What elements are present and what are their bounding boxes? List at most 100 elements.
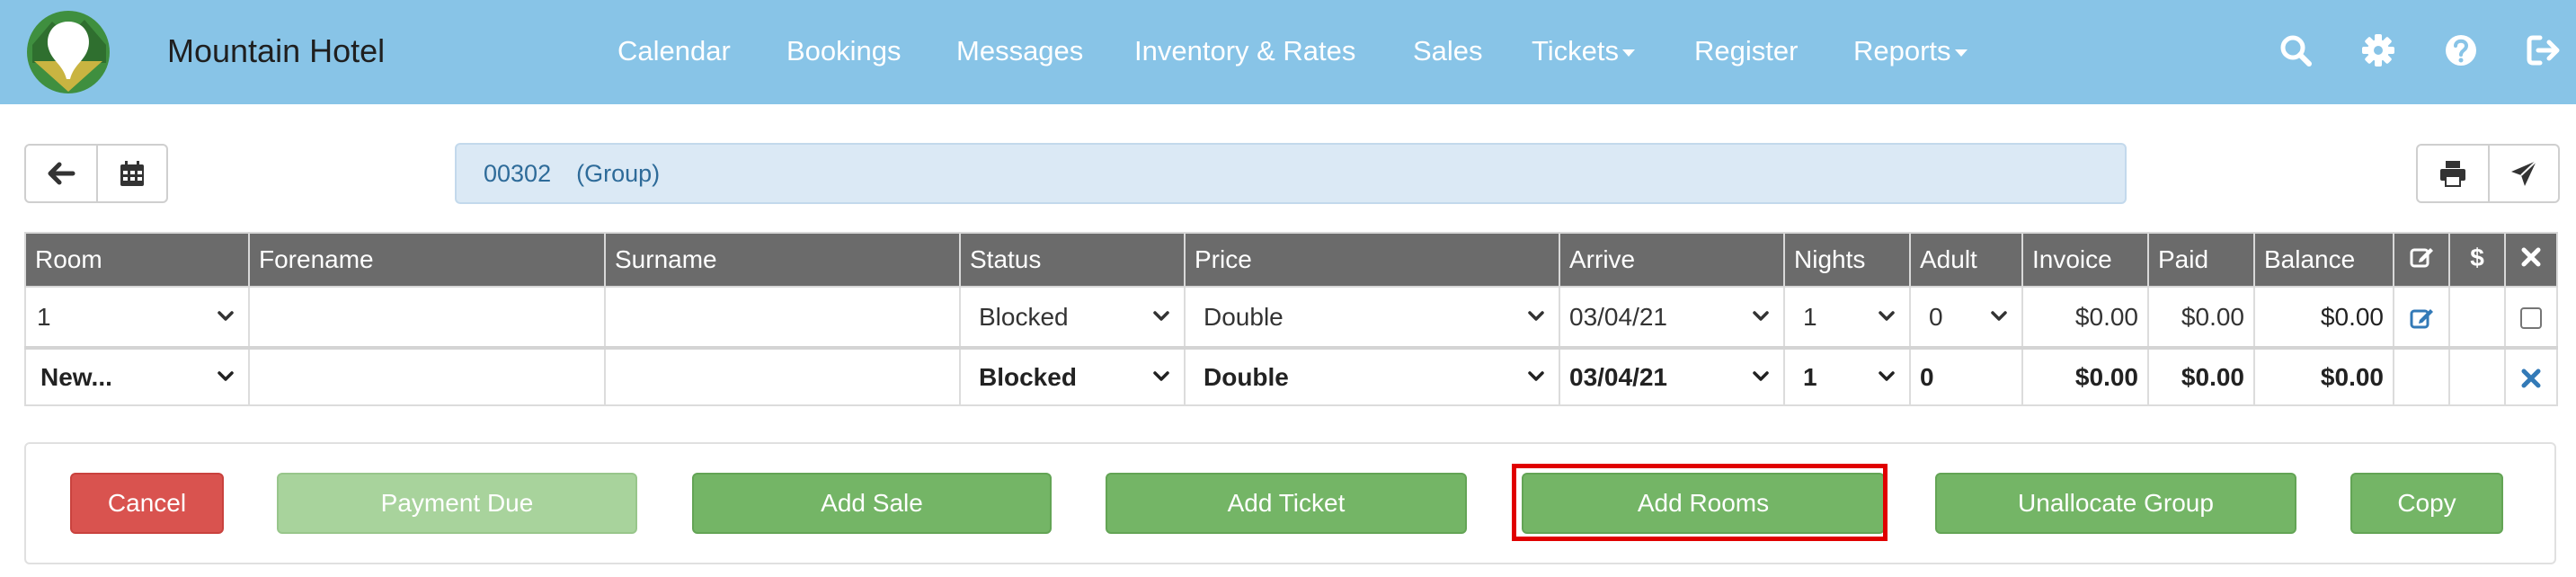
add-sale-button[interactable]: Add Sale: [692, 473, 1052, 534]
col-forename[interactable]: Forename: [248, 232, 606, 288]
add-ticket-button[interactable]: Add Ticket: [1106, 473, 1467, 534]
chevron-down-icon: [1526, 366, 1546, 386]
svg-text:$: $: [2470, 244, 2484, 270]
chevron-down-icon: [1877, 306, 1896, 325]
col-price[interactable]: Price: [1184, 232, 1560, 288]
status-select[interactable]: Blocked: [959, 286, 1186, 350]
invoice-link[interactable]: $0.00: [2021, 347, 2149, 406]
add-rooms-highlight: [1512, 464, 1888, 541]
price-value: Double: [1204, 362, 1289, 391]
col-status[interactable]: Status: [959, 232, 1186, 288]
chevron-down-icon: [1751, 366, 1771, 386]
room-value: New...: [40, 362, 112, 391]
print-icon: [2440, 161, 2465, 187]
back-arrow-icon: [48, 162, 76, 185]
balance-value: $0.00: [2253, 347, 2394, 406]
col-room[interactable]: Room: [24, 232, 250, 288]
logout-icon[interactable]: [2526, 32, 2562, 68]
nights-select[interactable]: 1: [1783, 347, 1911, 406]
cancel-button[interactable]: Cancel: [70, 473, 224, 534]
nav-sales[interactable]: Sales: [1413, 32, 1483, 70]
col-adult[interactable]: Adult: [1909, 232, 2023, 288]
forename-input[interactable]: [248, 347, 606, 406]
print-button[interactable]: [2418, 146, 2488, 201]
chevron-down-icon: [216, 306, 235, 325]
nav-bookings[interactable]: Bookings: [786, 32, 902, 70]
edit-icon: [2410, 247, 2433, 267]
status-select[interactable]: Blocked: [959, 347, 1186, 406]
hotel-logo[interactable]: [25, 9, 111, 95]
nav-button-group: [24, 144, 168, 203]
remove-row-button[interactable]: [2504, 347, 2558, 406]
close-icon: [2521, 247, 2541, 266]
surname-input[interactable]: [604, 347, 961, 406]
chevron-down-icon: [1526, 306, 1546, 325]
payment-due-button[interactable]: Payment Due: [277, 473, 637, 534]
nav-register[interactable]: Register: [1694, 32, 1798, 70]
status-value: Blocked: [979, 302, 1069, 331]
invoice-link[interactable]: $0.00: [2021, 286, 2149, 350]
chevron-down-icon: [1989, 306, 2009, 325]
table-row: 1 Blocked Double 03/04/21 1 0 $0.00 $0.0…: [24, 286, 2558, 350]
dollar-icon: $: [2470, 244, 2484, 271]
close-icon: [2521, 368, 2541, 388]
col-surname[interactable]: Surname: [604, 232, 961, 288]
adult-input[interactable]: 0: [1909, 347, 2023, 406]
col-invoice[interactable]: Invoice: [2021, 232, 2149, 288]
col-balance[interactable]: Balance: [2253, 232, 2394, 288]
nights-value: 1: [1803, 362, 1817, 391]
gear-icon[interactable]: [2360, 32, 2396, 68]
table-row: New... Blocked Double 03/04/21 1 0 $0.00…: [24, 347, 2558, 406]
forename-input[interactable]: [248, 286, 606, 350]
calendar-icon: [120, 161, 144, 186]
help-icon[interactable]: [2443, 32, 2479, 68]
balance-value: $0.00: [2253, 286, 2394, 350]
nav-calendar[interactable]: Calendar: [617, 32, 731, 70]
arrive-value: 03/04/21: [1569, 362, 1667, 391]
send-icon: [2511, 160, 2537, 186]
col-remove[interactable]: [2504, 232, 2558, 288]
copy-button[interactable]: Copy: [2350, 473, 2503, 534]
row-checkbox[interactable]: [2504, 286, 2558, 350]
price-select[interactable]: Double: [1184, 286, 1560, 350]
surname-input[interactable]: [604, 286, 961, 350]
brand-name[interactable]: Mountain Hotel: [167, 32, 385, 70]
checkbox[interactable]: [2520, 307, 2542, 330]
paid-link[interactable]: $0.00: [2147, 286, 2255, 350]
adult-select[interactable]: 0: [1909, 286, 2023, 350]
unallocate-group-button[interactable]: Unallocate Group: [1935, 473, 2296, 534]
chevron-down-icon: [1151, 366, 1171, 386]
col-edit[interactable]: [2393, 232, 2450, 288]
room-select[interactable]: New...: [24, 347, 250, 406]
action-panel: Cancel Payment Due Add Sale Add Ticket A…: [24, 442, 2556, 564]
nights-select[interactable]: 1: [1783, 286, 1911, 350]
output-button-group: [2416, 144, 2560, 203]
col-dollar[interactable]: $: [2448, 232, 2506, 288]
arrive-select[interactable]: 03/04/21: [1559, 286, 1785, 350]
table-header-row: Room Forename Surname Status Price Arriv…: [24, 232, 2558, 288]
arrive-value: 03/04/21: [1569, 302, 1667, 331]
price-select[interactable]: Double: [1184, 347, 1560, 406]
col-nights[interactable]: Nights: [1783, 232, 1911, 288]
chevron-down-icon: [1877, 366, 1896, 386]
col-arrive[interactable]: Arrive: [1559, 232, 1785, 288]
room-select[interactable]: 1: [24, 286, 250, 350]
caret-down-icon: [1622, 49, 1636, 57]
caret-down-icon: [1954, 49, 1968, 57]
send-button[interactable]: [2488, 146, 2558, 201]
col-paid[interactable]: Paid: [2147, 232, 2255, 288]
calendar-button[interactable]: [96, 146, 166, 201]
nav-inventory-rates[interactable]: Inventory & Rates: [1134, 32, 1355, 70]
nav-tickets[interactable]: Tickets: [1532, 32, 1636, 70]
nav-reports[interactable]: Reports: [1853, 32, 1968, 70]
adult-value: 0: [1929, 302, 1943, 331]
back-button[interactable]: [26, 146, 96, 201]
nav-messages[interactable]: Messages: [956, 32, 1083, 70]
edit-row-button[interactable]: [2393, 286, 2450, 350]
booking-reference-bar: 00302 (Group): [455, 143, 2127, 204]
price-value: Double: [1204, 302, 1284, 331]
arrive-select[interactable]: 03/04/21: [1559, 347, 1785, 406]
search-icon[interactable]: [2278, 32, 2314, 68]
paid-link[interactable]: $0.00: [2147, 347, 2255, 406]
top-navbar: Mountain Hotel Calendar Bookings Message…: [0, 0, 2576, 104]
